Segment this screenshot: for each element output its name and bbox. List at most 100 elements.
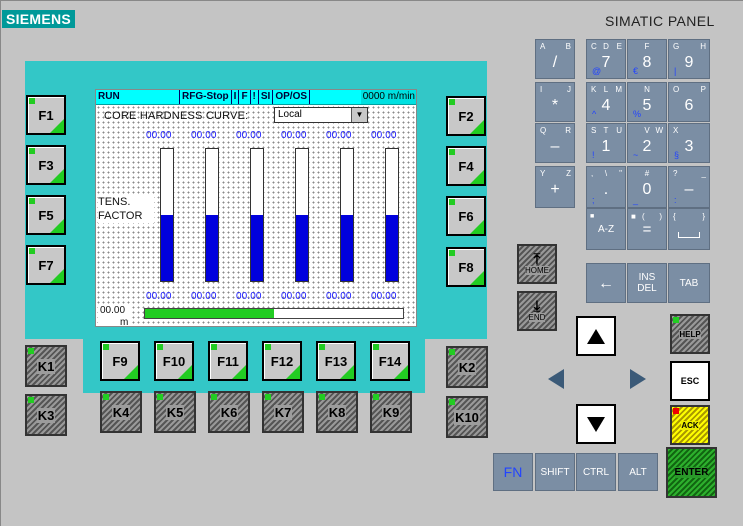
brace-close-label: } <box>702 212 705 221</box>
key-k1[interactable]: K1 <box>25 345 67 387</box>
keypad-key[interactable]: K L M 4 ^ <box>586 82 626 122</box>
key-f13[interactable]: F13 <box>316 341 356 381</box>
key-f11[interactable]: F11 <box>208 341 248 381</box>
keypad-key-bl-label: % <box>633 109 642 119</box>
key-f6[interactable]: F6 <box>446 196 486 236</box>
length-value: 00.00 <box>100 305 126 316</box>
key-fn[interactable]: FN <box>493 453 533 491</box>
brace-open-label: { <box>673 212 676 221</box>
keypad-key-bl-label: ; <box>592 195 595 205</box>
bottom-value-1: 00.00 <box>146 291 172 302</box>
key-f14[interactable]: F14 <box>370 341 410 381</box>
key-k7[interactable]: K7 <box>262 391 304 433</box>
key-f8[interactable]: F8 <box>446 247 486 287</box>
key-shift[interactable]: SHIFT <box>535 453 575 491</box>
keypad-key-tr-label: J <box>567 85 571 94</box>
keypad-key[interactable]: S T U 1! <box>586 123 626 163</box>
bar-1 <box>160 148 174 282</box>
keypad-key[interactable]: X 3 § <box>668 123 710 163</box>
key-k10[interactable]: K10 <box>446 396 488 438</box>
enter-label: ENTER <box>674 467 709 478</box>
keypad-key[interactable]: N 5% <box>627 82 667 122</box>
key-f9[interactable]: F9 <box>100 341 140 381</box>
key-a-z[interactable]: ■ A-Z <box>586 208 626 250</box>
keypad-key[interactable]: C D E 7 @ <box>586 39 626 79</box>
tens-factor-label: TENS. FACTOR <box>98 195 154 223</box>
bar-fill-2 <box>206 215 218 281</box>
key-k3[interactable]: K3 <box>25 394 67 436</box>
top-value-6: 00.00 <box>371 130 397 141</box>
key-ins-del[interactable]: INS DEL <box>627 263 667 303</box>
key-home[interactable]: ⤒ HOME <box>517 244 557 284</box>
curve-select[interactable]: Local ▼ <box>274 107 368 123</box>
key-backspace[interactable]: ← <box>586 263 626 303</box>
alt-label: ALT <box>629 466 647 478</box>
keypad-key[interactable]: Y Z + <box>535 166 575 208</box>
arrow-left-key[interactable] <box>535 358 577 400</box>
keypad-key-bl-label: _ <box>633 195 639 205</box>
bottom-value-2: 00.00 <box>191 291 217 302</box>
key-k2[interactable]: K2 <box>446 346 488 388</box>
arrow-up-key[interactable] <box>576 316 616 356</box>
keypad-key-bl-label: € <box>633 66 639 76</box>
key-end[interactable]: ⤓ END <box>517 291 557 331</box>
arrow-right-key[interactable] <box>617 358 659 400</box>
keypad-key[interactable]: A B / <box>535 39 575 79</box>
keypad-key[interactable]: O P6 <box>668 82 710 122</box>
equals-label: = <box>642 220 652 238</box>
keypad-key-tm-label: N <box>644 85 650 94</box>
keypad-key[interactable]: ? _ –: <box>668 166 710 208</box>
help-label: HELP <box>679 329 701 339</box>
keypad-key[interactable]: Q R – <box>535 123 575 163</box>
key-f5[interactable]: F5 <box>26 195 66 235</box>
bar-6 <box>385 148 399 282</box>
key-k6[interactable]: K6 <box>208 391 250 433</box>
fn-label: FN <box>503 463 523 480</box>
keypad-key-bl-label: | <box>674 66 677 76</box>
key-ack[interactable]: ACK <box>670 405 710 445</box>
key-k4[interactable]: K4 <box>100 391 142 433</box>
bottom-value-3: 00.00 <box>236 291 262 302</box>
key-help[interactable]: HELP <box>670 314 710 354</box>
key-alt[interactable]: ALT <box>618 453 658 491</box>
del-label: DEL <box>637 283 657 294</box>
key-ctrl[interactable]: CTRL <box>576 453 616 491</box>
chevron-down-icon[interactable]: ▼ <box>351 108 367 122</box>
progress-fill <box>145 309 274 318</box>
key-k9[interactable]: K9 <box>370 391 412 433</box>
keypad-key[interactable]: V W 2 ~ <box>627 123 667 163</box>
bottom-value-5: 00.00 <box>326 291 352 302</box>
keypad-key-big-label: – <box>550 138 560 155</box>
keypad-key-bl-label: § <box>674 150 680 160</box>
key-k8[interactable]: K8 <box>316 391 358 433</box>
keypad-key-tl-label: Y <box>540 169 546 178</box>
key-f10[interactable]: F10 <box>154 341 194 381</box>
keypad-key-tm-label: F <box>644 42 650 51</box>
keypad-key-tl-label: X <box>673 126 679 135</box>
key-f7[interactable]: F7 <box>26 245 66 285</box>
key-f3[interactable]: F3 <box>26 145 66 185</box>
keypad-key[interactable]: , \ ".; <box>586 166 626 208</box>
key-f2[interactable]: F2 <box>446 96 486 136</box>
top-value-3: 00.00 <box>236 130 262 141</box>
key-f1[interactable]: F1 <box>26 95 66 135</box>
bar-3 <box>250 148 264 282</box>
keypad-key[interactable]: #0 _ <box>627 166 667 208</box>
keypad-key-tm-label: # <box>644 169 650 178</box>
arrow-down-key[interactable] <box>576 404 616 444</box>
key-enter[interactable]: ENTER <box>666 447 717 498</box>
key-space[interactable]: {} <box>668 208 710 250</box>
key-f12[interactable]: F12 <box>262 341 302 381</box>
key-tab[interactable]: TAB <box>668 263 710 303</box>
keypad-key[interactable]: G H 9 | <box>668 39 710 79</box>
key-f4[interactable]: F4 <box>446 146 486 186</box>
key-equals[interactable]: ■ () = <box>627 208 667 250</box>
keypad-key-tl-label: G <box>673 42 680 51</box>
key-k5[interactable]: K5 <box>154 391 196 433</box>
keypad-key[interactable]: I J * <box>535 82 575 122</box>
panel-title: SIMATIC PANEL <box>605 13 715 29</box>
keypad-key[interactable]: F 8 € <box>627 39 667 79</box>
status-run: RUN <box>96 90 180 104</box>
key-esc[interactable]: ESC <box>670 361 710 401</box>
speed-readout: 0000 m/min <box>360 90 416 104</box>
